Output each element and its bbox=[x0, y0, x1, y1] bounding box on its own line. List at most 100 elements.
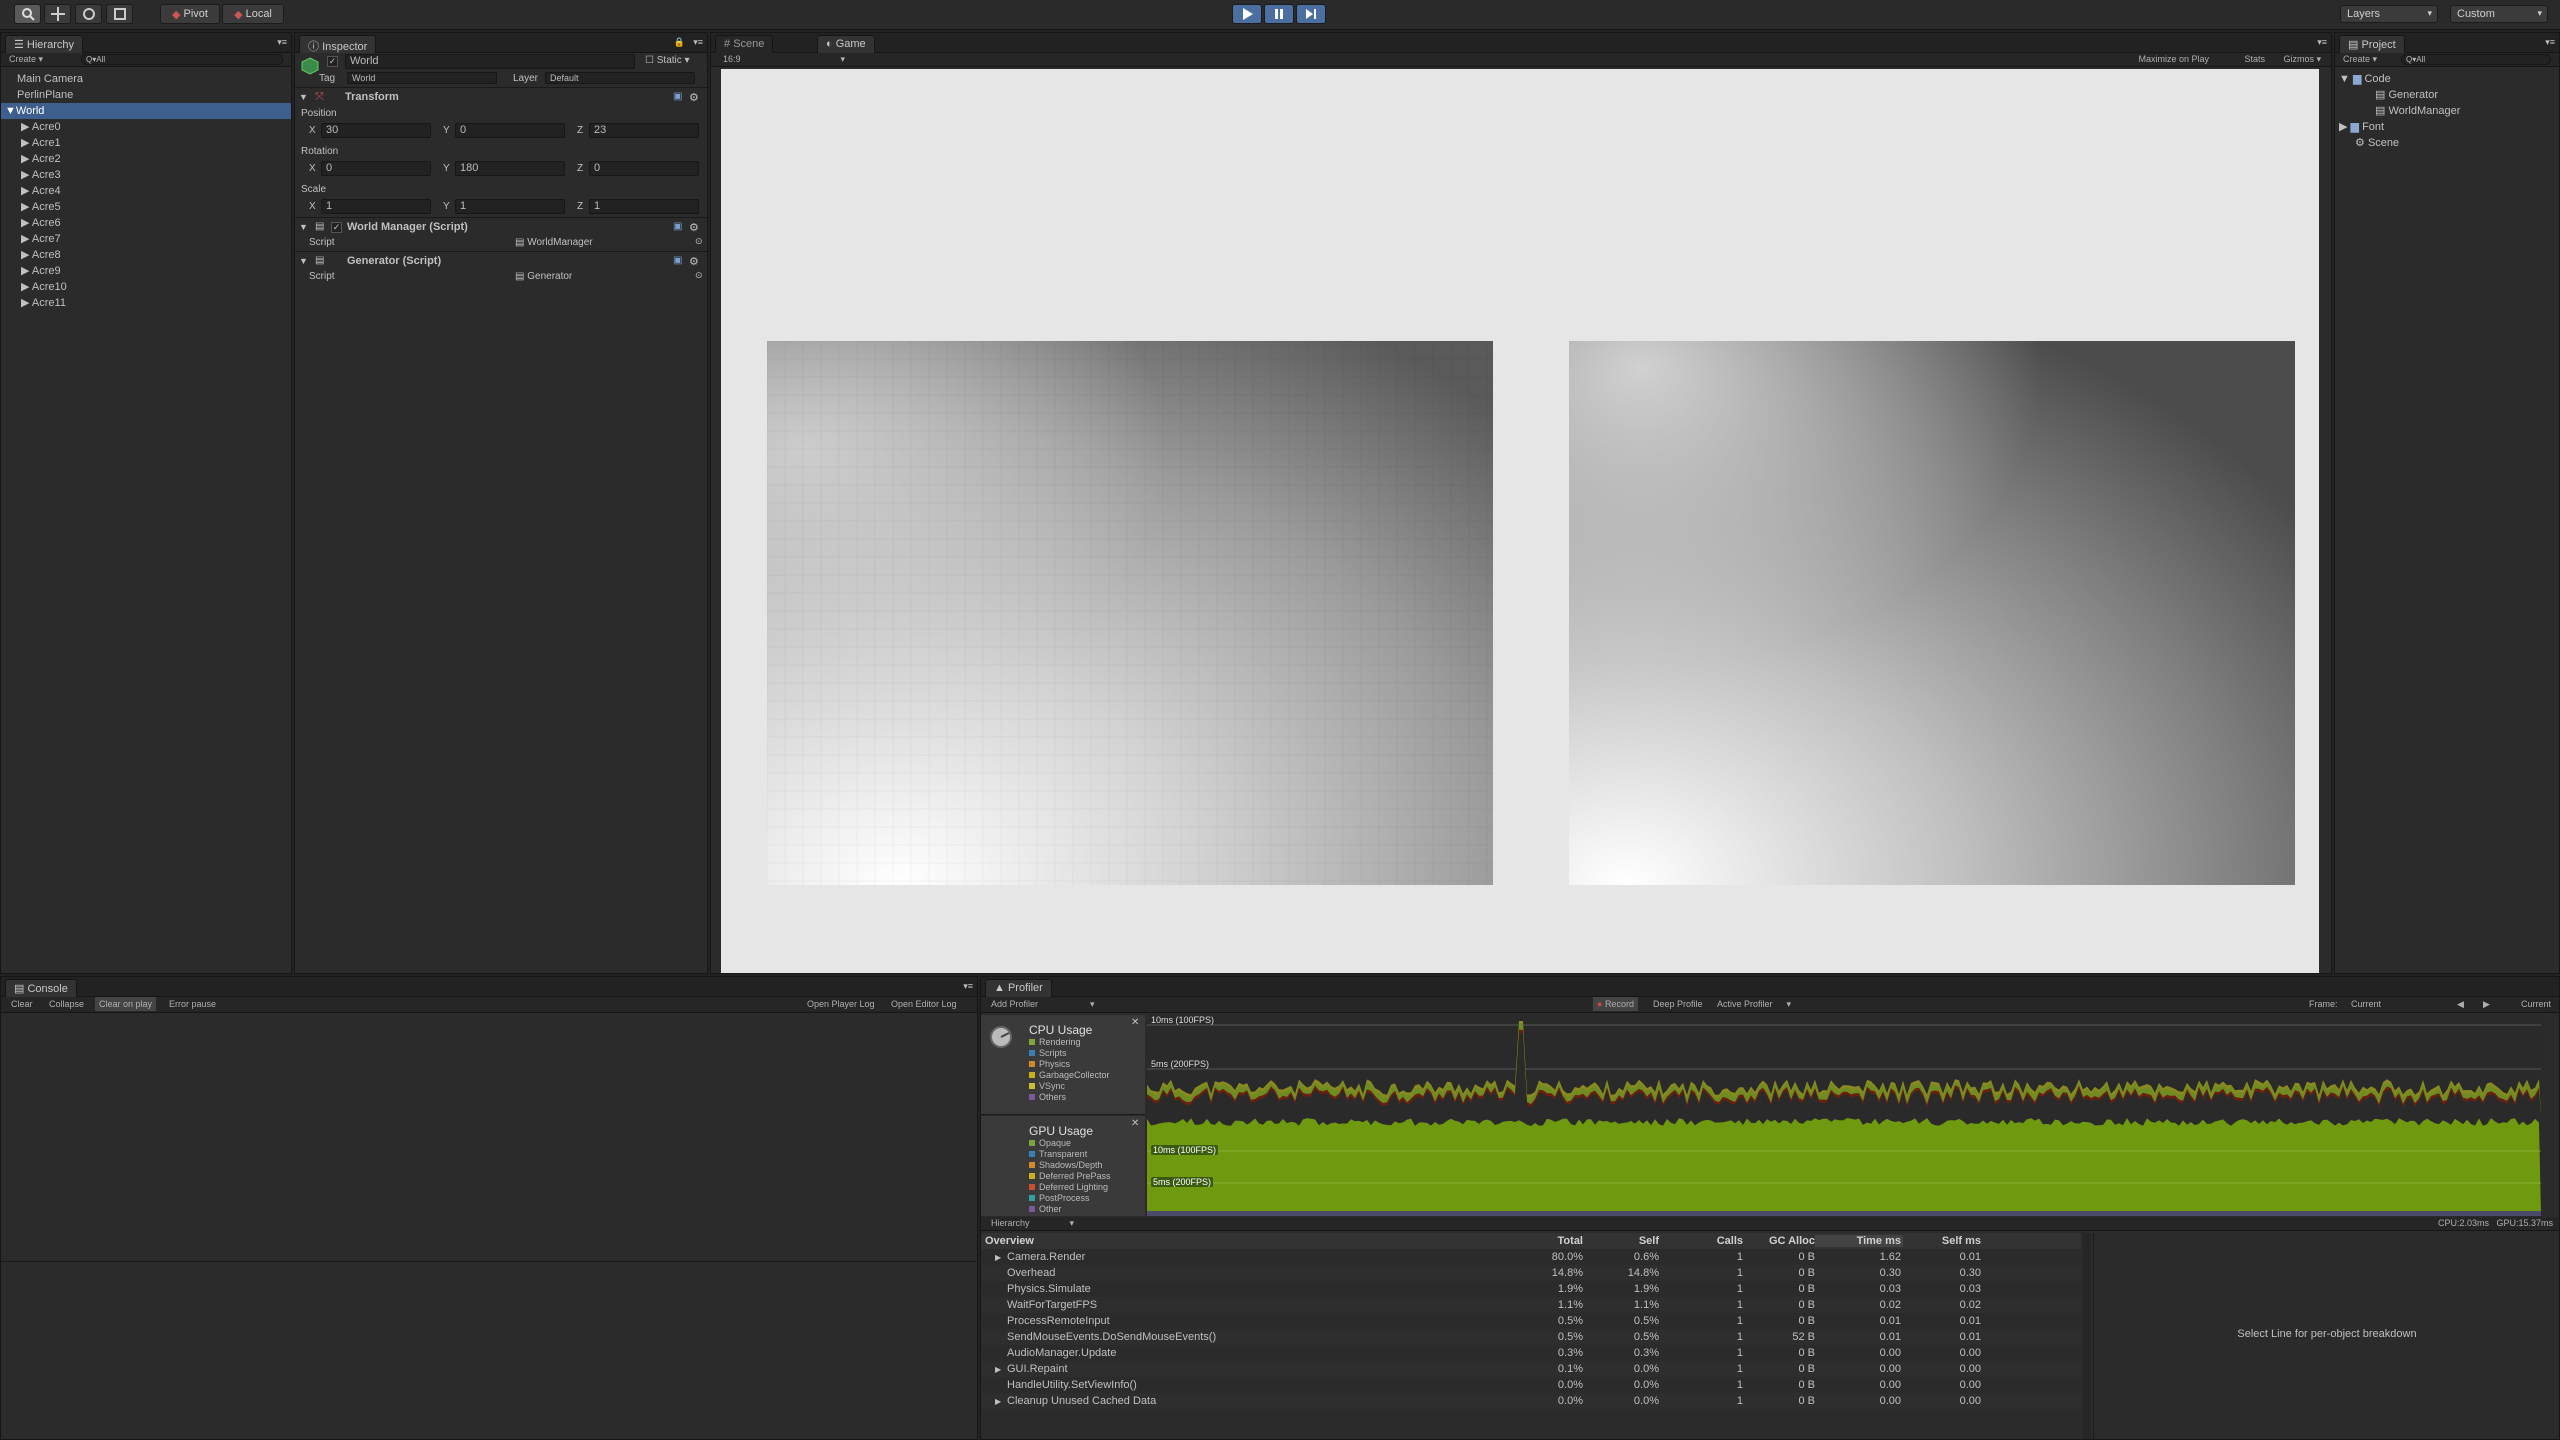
legend-item[interactable]: Scripts bbox=[1029, 1048, 1110, 1059]
local-toggle[interactable]: ◆ Local bbox=[222, 4, 284, 24]
gpu-chart[interactable]: 10ms (100FPS) 5ms (200FPS) bbox=[1147, 1116, 2541, 1216]
panel-menu-icon[interactable]: ▾≡ bbox=[693, 37, 703, 48]
tab-profiler[interactable]: ▲ Profiler bbox=[985, 979, 1052, 997]
expand-arrow-icon[interactable]: ▶ bbox=[21, 297, 29, 309]
error-pause-toggle[interactable]: Error pause bbox=[169, 999, 216, 1009]
hierarchy-item[interactable]: Main Camera bbox=[1, 71, 291, 87]
table-row[interactable]: WaitForTargetFPS 1.1% 1.1% 1 0 B 0.02 0.02 bbox=[981, 1297, 2081, 1313]
expand-arrow-icon[interactable]: ▶ bbox=[995, 1365, 1007, 1374]
project-folder[interactable]: ▼ ▆ Code bbox=[2335, 71, 2559, 87]
table-row[interactable]: AudioManager.Update 0.3% 0.3% 1 0 B 0.00 0.00 bbox=[981, 1345, 2081, 1361]
tag-dropdown[interactable]: World bbox=[347, 72, 497, 84]
collapse-arrow-icon[interactable]: ▼ bbox=[299, 256, 308, 266]
table-row[interactable]: Physics.Simulate 1.9% 1.9% 1 0 B 0.03 0.03 bbox=[981, 1281, 2081, 1297]
hierarchy-item[interactable]: PerlinPlane bbox=[1, 87, 291, 103]
play-button[interactable] bbox=[1232, 4, 1262, 24]
prev-frame-icon[interactable]: ◀ bbox=[2457, 999, 2464, 1010]
scale-x-field[interactable]: 1 bbox=[321, 199, 431, 214]
game-viewport[interactable] bbox=[721, 69, 2319, 973]
pause-button[interactable] bbox=[1264, 4, 1294, 24]
add-profiler-dropdown[interactable]: Add Profiler ▾ bbox=[991, 999, 1095, 1010]
lock-icon[interactable]: 🔒 bbox=[674, 37, 685, 48]
tab-project[interactable]: ▤ Project bbox=[2339, 35, 2405, 53]
hand-tool-button[interactable] bbox=[14, 4, 41, 24]
help-icon[interactable]: ▣ bbox=[673, 255, 682, 266]
expand-arrow-icon[interactable]: ▶ bbox=[995, 1253, 1007, 1262]
rotation-x-field[interactable]: 0 bbox=[321, 161, 431, 176]
collapse-toggle[interactable]: Collapse bbox=[49, 999, 84, 1009]
expand-arrow-icon[interactable]: ▶ bbox=[21, 121, 29, 133]
active-checkbox[interactable]: ✓ bbox=[327, 56, 338, 67]
position-x-field[interactable]: 30 bbox=[321, 123, 431, 138]
gpu-area-legend[interactable]: GPU Usage ✕ Opaque Transparent Shadows/Dep… bbox=[981, 1116, 1145, 1216]
expand-arrow-icon[interactable]: ▶ bbox=[21, 153, 29, 165]
scale-y-field[interactable]: 1 bbox=[455, 199, 565, 214]
step-button[interactable] bbox=[1296, 4, 1326, 24]
panel-menu-icon[interactable]: ▾≡ bbox=[2545, 37, 2555, 48]
clear-button[interactable]: Clear bbox=[11, 999, 33, 1009]
panel-menu-icon[interactable]: ▾≡ bbox=[277, 37, 287, 48]
close-icon[interactable]: ✕ bbox=[1131, 1118, 1139, 1129]
gizmos-dropdown[interactable]: Gizmos ▾ bbox=[2283, 54, 2321, 65]
close-icon[interactable]: ✕ bbox=[1131, 1017, 1139, 1028]
collapse-arrow-icon[interactable]: ▼ bbox=[2339, 73, 2350, 85]
object-picker-icon[interactable]: ⊙ bbox=[695, 270, 703, 281]
enabled-checkbox[interactable]: ✓ bbox=[331, 222, 342, 233]
table-row[interactable]: Overhead 14.8% 14.8% 1 0 B 0.30 0.30 bbox=[981, 1265, 2081, 1281]
project-file[interactable]: ▤ WorldManager bbox=[2335, 103, 2559, 119]
expand-arrow-icon[interactable]: ▶ bbox=[21, 201, 29, 213]
view-mode-dropdown[interactable]: Hierarchy ▾ bbox=[991, 1218, 1074, 1229]
hierarchy-item-selected[interactable]: ▼World bbox=[1, 103, 291, 119]
open-editor-log-button[interactable]: Open Editor Log bbox=[891, 999, 957, 1009]
record-toggle[interactable]: ● Record bbox=[1593, 997, 1638, 1011]
layers-dropdown[interactable]: Layers bbox=[2340, 5, 2438, 23]
script-field[interactable]: ▤ WorldManager bbox=[515, 237, 593, 248]
expand-arrow-icon[interactable]: ▶ bbox=[21, 233, 29, 245]
expand-arrow-icon[interactable]: ▶ bbox=[21, 169, 29, 181]
table-row[interactable]: ProcessRemoteInput 0.5% 0.5% 1 0 B 0.01 0.01 bbox=[981, 1313, 2081, 1329]
open-player-log-button[interactable]: Open Player Log bbox=[807, 999, 875, 1009]
legend-item[interactable]: Deferred Lighting bbox=[1029, 1182, 1111, 1193]
expand-arrow-icon[interactable]: ▶ bbox=[21, 265, 29, 277]
table-row[interactable]: SendMouseEvents.DoSendMouseEvents() 0.5% 0… bbox=[981, 1329, 2081, 1345]
legend-item[interactable]: Others bbox=[1029, 1092, 1110, 1103]
hierarchy-search-input[interactable]: Q▾All bbox=[81, 54, 283, 65]
collapse-arrow-icon[interactable]: ▼ bbox=[5, 105, 16, 117]
table-row[interactable]: ▶ Camera.Render 80.0% 0.6% 1 0 B 1.62 0.01 bbox=[981, 1249, 2081, 1265]
object-name-field[interactable]: World bbox=[345, 54, 635, 69]
hierarchy-item[interactable]: ▶ Acre8 bbox=[1, 247, 291, 263]
column-total[interactable]: Total bbox=[1521, 1235, 1583, 1247]
collapse-arrow-icon[interactable]: ▼ bbox=[299, 92, 308, 102]
hierarchy-item[interactable]: ▶ Acre4 bbox=[1, 183, 291, 199]
column-overview[interactable]: Overview bbox=[981, 1235, 1521, 1247]
table-row[interactable]: ▶ GUI.Repaint 0.1% 0.0% 1 0 B 0.00 0.00 bbox=[981, 1361, 2081, 1377]
project-file[interactable]: ▤ Generator bbox=[2335, 87, 2559, 103]
expand-arrow-icon[interactable]: ▶ bbox=[21, 217, 29, 229]
legend-item[interactable]: PostProcess bbox=[1029, 1193, 1111, 1204]
legend-item[interactable]: VSync bbox=[1029, 1081, 1110, 1092]
table-row[interactable]: HandleUtility.SetViewInfo() 0.0% 0.0% 1 0 B 0… bbox=[981, 1377, 2081, 1393]
scale-tool-button[interactable] bbox=[106, 4, 133, 24]
legend-item[interactable]: Shadows/Depth bbox=[1029, 1160, 1111, 1171]
gear-icon[interactable]: ⚙ bbox=[689, 221, 699, 234]
layout-dropdown[interactable]: Custom bbox=[2450, 5, 2548, 23]
column-calls[interactable]: Calls bbox=[1659, 1235, 1743, 1247]
hierarchy-item[interactable]: ▶ Acre1 bbox=[1, 135, 291, 151]
next-frame-icon[interactable]: ▶ bbox=[2483, 999, 2490, 1010]
expand-arrow-icon[interactable]: ▶ bbox=[21, 137, 29, 149]
tab-console[interactable]: ▤ Console bbox=[5, 979, 77, 997]
profiler-table-scrollbar[interactable] bbox=[2083, 1233, 2091, 1439]
hierarchy-create-button[interactable]: Create ▾ bbox=[9, 54, 43, 65]
hierarchy-item[interactable]: ▶ Acre2 bbox=[1, 151, 291, 167]
hierarchy-item[interactable]: ▶ Acre5 bbox=[1, 199, 291, 215]
column-self[interactable]: Self bbox=[1583, 1235, 1659, 1247]
clear-on-play-toggle[interactable]: Clear on play bbox=[95, 997, 157, 1011]
expand-arrow-icon[interactable]: ▶ bbox=[995, 1397, 1007, 1406]
stats-toggle[interactable]: Stats bbox=[2244, 54, 2265, 64]
hierarchy-item[interactable]: ▶ Acre7 bbox=[1, 231, 291, 247]
help-icon[interactable]: ▣ bbox=[673, 91, 682, 102]
table-row[interactable]: ▶ Cleanup Unused Cached Data 0.0% 0.0% 1 0 B 0… bbox=[981, 1393, 2081, 1409]
object-picker-icon[interactable]: ⊙ bbox=[695, 236, 703, 247]
legend-item[interactable]: Other bbox=[1029, 1204, 1111, 1212]
static-toggle[interactable]: ☐ Static ▾ bbox=[645, 55, 690, 66]
